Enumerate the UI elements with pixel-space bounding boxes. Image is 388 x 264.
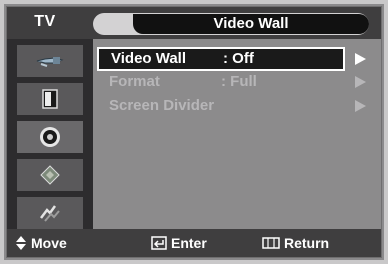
chevron-right-icon <box>355 76 366 88</box>
menu-item-label: Video Wall <box>111 50 187 67</box>
picture-icon <box>42 89 58 109</box>
osd-frame: TV Video Wall Video Wall: Off Format: … <box>0 0 388 264</box>
menu-item-label: Format <box>109 73 160 90</box>
speaker-icon <box>40 127 60 147</box>
up-down-arrow-icon <box>16 236 26 250</box>
return-icon <box>262 237 280 249</box>
menu-item-screen-divider[interactable]: Screen Divider <box>97 95 375 117</box>
menu-item-value: : Off <box>223 50 254 67</box>
footer-hint-bar: Move Enter Return <box>7 229 381 257</box>
menu-list: Video Wall : Off Format : Full Screen Di… <box>97 45 379 225</box>
chevron-right-icon <box>355 53 366 65</box>
sidebar-item-setup[interactable] <box>17 197 83 229</box>
menu-item-format[interactable]: Format : Full <box>97 71 375 93</box>
chevron-right-icon <box>355 100 366 112</box>
channel-icon <box>40 165 60 185</box>
enter-icon <box>151 236 167 250</box>
sidebar <box>7 39 93 229</box>
sidebar-item-channel[interactable] <box>17 159 83 191</box>
hint-enter: Enter <box>151 229 207 257</box>
title-pill: Video Wall <box>93 13 369 35</box>
hint-move-label: Move <box>31 235 67 251</box>
source-label: TV <box>34 13 56 30</box>
menu-item-value: : Full <box>221 73 257 90</box>
menu-item-video-wall[interactable]: Video Wall : Off <box>97 47 345 71</box>
hint-return-label: Return <box>284 235 330 251</box>
setup-icon <box>40 205 60 222</box>
sidebar-item-input[interactable] <box>17 45 83 77</box>
sidebar-item-picture[interactable] <box>17 83 83 115</box>
input-plug-icon <box>36 57 64 67</box>
sidebar-item-sound[interactable] <box>17 121 83 153</box>
header-bar: TV Video Wall <box>7 7 381 39</box>
osd-panel: TV Video Wall Video Wall: Off Format: … <box>6 6 382 258</box>
hint-enter-label: Enter <box>171 235 207 251</box>
page-title: Video Wall <box>133 14 369 34</box>
menu-item-label: Screen Divider <box>109 97 215 114</box>
hint-move: Move <box>15 229 67 257</box>
hint-return: Return <box>262 229 329 257</box>
